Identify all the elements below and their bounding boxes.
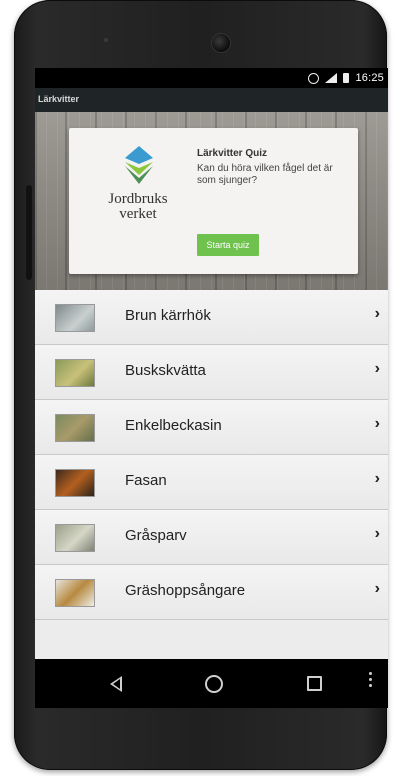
signal-icon <box>325 73 338 83</box>
quiz-description: Kan du höra vilken fågel det är som sjun… <box>197 163 333 186</box>
alarm-icon <box>308 72 320 84</box>
list-item[interactable]: Gräshoppsångare › <box>35 565 388 620</box>
chevron-right-icon: › <box>374 525 380 542</box>
bird-thumbnail <box>55 524 95 552</box>
sensor-dot <box>104 38 108 42</box>
list-item[interactable]: Enkelbeckasin › <box>35 400 388 455</box>
front-camera <box>211 33 231 53</box>
status-time: 16:25 <box>355 72 384 84</box>
list-item[interactable]: Fasan › <box>35 455 388 510</box>
battery-icon <box>343 73 350 83</box>
bird-thumbnail <box>55 469 95 497</box>
bird-thumbnail <box>55 579 95 607</box>
recent-apps-icon[interactable] <box>307 676 322 691</box>
bird-name: Buskskvätta <box>125 362 206 379</box>
quiz-card: Jordbruks verket Lärkvitter Quiz Kan du … <box>69 128 358 274</box>
bird-thumbnail <box>55 359 95 387</box>
bird-name: Fasan <box>125 472 167 489</box>
chevron-right-icon: › <box>374 580 380 597</box>
app-title: Lärkvitter <box>38 94 80 104</box>
bird-name: Gråsparv <box>125 527 187 544</box>
start-quiz-button[interactable]: Starta quiz <box>197 234 259 256</box>
chevron-right-icon: › <box>374 305 380 322</box>
jordbruksverket-logo-icon <box>125 146 153 184</box>
quiz-title: Lärkvitter Quiz <box>197 148 268 159</box>
chevron-right-icon: › <box>374 360 380 377</box>
home-icon[interactable] <box>205 675 223 693</box>
bird-list: Brun kärrhök › Buskskvätta › Enkelbeckas… <box>35 290 388 659</box>
chevron-right-icon: › <box>374 470 380 487</box>
overflow-menu-icon[interactable] <box>369 672 372 687</box>
list-item[interactable]: Buskskvätta › <box>35 345 388 400</box>
status-bar: 16:25 <box>35 68 388 88</box>
back-icon[interactable] <box>110 676 122 692</box>
bird-thumbnail <box>55 304 95 332</box>
bird-name: Gräshoppsångare <box>125 582 246 599</box>
screen: 16:25 Lärkvitter Jordbruks verket Lärkvi… <box>35 68 388 660</box>
navigation-bar <box>35 660 388 708</box>
side-button <box>26 185 32 280</box>
bird-thumbnail <box>55 414 95 442</box>
quiz-banner: Jordbruks verket Lärkvitter Quiz Kan du … <box>35 112 388 290</box>
logo-text: Jordbruks verket <box>108 191 168 222</box>
list-item[interactable]: Brun kärrhök › <box>35 290 388 345</box>
chevron-right-icon: › <box>374 415 380 432</box>
bird-name: Enkelbeckasin <box>125 417 222 434</box>
app-bar: Lärkvitter <box>35 88 388 112</box>
list-item[interactable]: Gråsparv › <box>35 510 388 565</box>
bird-name: Brun kärrhök <box>125 307 211 324</box>
